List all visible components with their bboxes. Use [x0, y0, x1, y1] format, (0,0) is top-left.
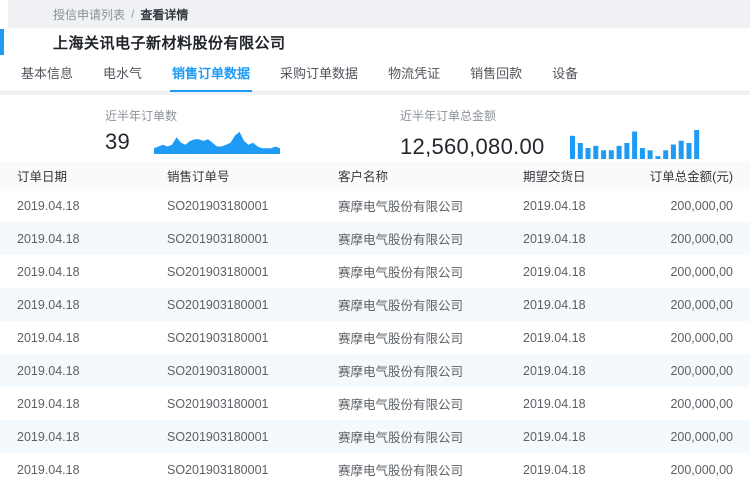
- table-row[interactable]: 2019.04.18SO201903180001赛摩电气股份有限公司2019.0…: [0, 420, 750, 453]
- cell-order-no: SO201903180001: [150, 189, 321, 222]
- cell-total-amount: 200,000,00: [616, 321, 750, 354]
- credit-detail-page: 授信申请列表 / 查看详情 上海关讯电子新材料股份有限公司 基本信息电水气销售订…: [0, 0, 750, 481]
- table-row[interactable]: 2019.04.18SO201903180001赛摩电气股份有限公司2019.0…: [0, 453, 750, 481]
- cell-order-date: 2019.04.18: [0, 354, 150, 387]
- stat-order-amount-value: 12,560,080.00: [400, 134, 545, 160]
- cell-order-no: SO201903180001: [150, 288, 321, 321]
- column-header-3: 期望交货日: [506, 162, 616, 189]
- cell-order-date: 2019.04.18: [0, 222, 150, 255]
- cell-customer-name: 赛摩电气股份有限公司: [321, 288, 506, 321]
- stat-order-count: 近半年订单数 39: [105, 95, 400, 162]
- cell-order-no: SO201903180001: [150, 387, 321, 420]
- cell-delivery-date: 2019.04.18: [506, 453, 616, 481]
- column-header-1: 销售订单号: [150, 162, 321, 189]
- order-count-area-sparkline: [154, 128, 280, 154]
- cell-customer-name: 赛摩电气股份有限公司: [321, 420, 506, 453]
- cell-total-amount: 200,000,00: [616, 354, 750, 387]
- cell-customer-name: 赛摩电气股份有限公司: [321, 354, 506, 387]
- cell-total-amount: 200,000,00: [616, 255, 750, 288]
- table-row[interactable]: 2019.04.18SO201903180001赛摩电气股份有限公司2019.0…: [0, 321, 750, 354]
- cell-order-date: 2019.04.18: [0, 420, 150, 453]
- cell-order-date: 2019.04.18: [0, 189, 150, 222]
- cell-customer-name: 赛摩电气股份有限公司: [321, 453, 506, 481]
- cell-customer-name: 赛摩电气股份有限公司: [321, 321, 506, 354]
- stat-order-count-value: 39: [105, 129, 130, 155]
- column-header-2: 客户名称: [321, 162, 506, 189]
- cell-order-date: 2019.04.18: [0, 387, 150, 420]
- tab-1[interactable]: 电水气: [101, 56, 144, 92]
- tab-6[interactable]: 设备: [550, 56, 580, 92]
- cell-delivery-date: 2019.04.18: [506, 222, 616, 255]
- cell-total-amount: 200,000,00: [616, 387, 750, 420]
- cell-delivery-date: 2019.04.18: [506, 189, 616, 222]
- breadcrumb-separator: /: [131, 7, 134, 21]
- page-title: 上海关讯电子新材料股份有限公司: [53, 32, 286, 53]
- cell-order-date: 2019.04.18: [0, 453, 150, 481]
- cell-delivery-date: 2019.04.18: [506, 354, 616, 387]
- title-accent-bar: [0, 29, 4, 55]
- cell-delivery-date: 2019.04.18: [506, 255, 616, 288]
- cell-order-no: SO201903180001: [150, 255, 321, 288]
- breadcrumb: 授信申请列表 / 查看详情: [8, 0, 750, 28]
- cell-delivery-date: 2019.04.18: [506, 420, 616, 453]
- cell-customer-name: 赛摩电气股份有限公司: [321, 255, 506, 288]
- table-row[interactable]: 2019.04.18SO201903180001赛摩电气股份有限公司2019.0…: [0, 189, 750, 222]
- table-header: 订单日期销售订单号客户名称期望交货日订单总金额(元): [0, 162, 750, 189]
- title-bar: 上海关讯电子新材料股份有限公司: [0, 28, 750, 56]
- detail-tabs: 基本信息电水气销售订单数据采购订单数据物流凭证销售回款设备: [0, 56, 750, 92]
- cell-customer-name: 赛摩电气股份有限公司: [321, 189, 506, 222]
- cell-order-no: SO201903180001: [150, 321, 321, 354]
- cell-order-date: 2019.04.18: [0, 321, 150, 354]
- cell-order-no: SO201903180001: [150, 420, 321, 453]
- tab-5[interactable]: 销售回款: [468, 56, 524, 92]
- table-row[interactable]: 2019.04.18SO201903180001赛摩电气股份有限公司2019.0…: [0, 222, 750, 255]
- table-row[interactable]: 2019.04.18SO201903180001赛摩电气股份有限公司2019.0…: [0, 354, 750, 387]
- cell-total-amount: 200,000,00: [616, 189, 750, 222]
- cell-customer-name: 赛摩电气股份有限公司: [321, 222, 506, 255]
- cell-total-amount: 200,000,00: [616, 453, 750, 481]
- cell-delivery-date: 2019.04.18: [506, 321, 616, 354]
- cell-total-amount: 200,000,00: [616, 420, 750, 453]
- breadcrumb-current: 查看详情: [140, 6, 188, 23]
- cell-delivery-date: 2019.04.18: [506, 387, 616, 420]
- cell-customer-name: 赛摩电气股份有限公司: [321, 387, 506, 420]
- order-amount-bar-sparkline: [569, 128, 701, 159]
- table-row[interactable]: 2019.04.18SO201903180001赛摩电气股份有限公司2019.0…: [0, 255, 750, 288]
- column-header-0: 订单日期: [0, 162, 150, 189]
- tab-4[interactable]: 物流凭证: [386, 56, 442, 92]
- cell-total-amount: 200,000,00: [616, 288, 750, 321]
- stat-order-count-label: 近半年订单数: [105, 107, 400, 124]
- tab-2[interactable]: 销售订单数据: [170, 56, 252, 92]
- cell-delivery-date: 2019.04.18: [506, 288, 616, 321]
- stat-order-amount-label: 近半年订单总金额: [400, 107, 701, 124]
- cell-order-no: SO201903180001: [150, 453, 321, 481]
- table-row[interactable]: 2019.04.18SO201903180001赛摩电气股份有限公司2019.0…: [0, 288, 750, 321]
- cell-order-no: SO201903180001: [150, 222, 321, 255]
- stat-order-amount: 近半年订单总金额 12,560,080.00: [400, 95, 701, 162]
- tab-0[interactable]: 基本信息: [19, 56, 75, 92]
- breadcrumb-parent-link[interactable]: 授信申请列表: [53, 6, 125, 23]
- column-header-4: 订单总金额(元): [616, 162, 750, 189]
- cell-order-no: SO201903180001: [150, 354, 321, 387]
- cell-order-date: 2019.04.18: [0, 288, 150, 321]
- table-body: 2019.04.18SO201903180001赛摩电气股份有限公司2019.0…: [0, 189, 750, 481]
- sales-orders-table: 订单日期销售订单号客户名称期望交货日订单总金额(元) 2019.04.18SO2…: [0, 162, 750, 481]
- summary-stats: 近半年订单数 39 近半年订单总金额 12,560,080.00: [0, 95, 750, 162]
- cell-order-date: 2019.04.18: [0, 255, 150, 288]
- tab-3[interactable]: 采购订单数据: [278, 56, 360, 92]
- table-row[interactable]: 2019.04.18SO201903180001赛摩电气股份有限公司2019.0…: [0, 387, 750, 420]
- cell-total-amount: 200,000,00: [616, 222, 750, 255]
